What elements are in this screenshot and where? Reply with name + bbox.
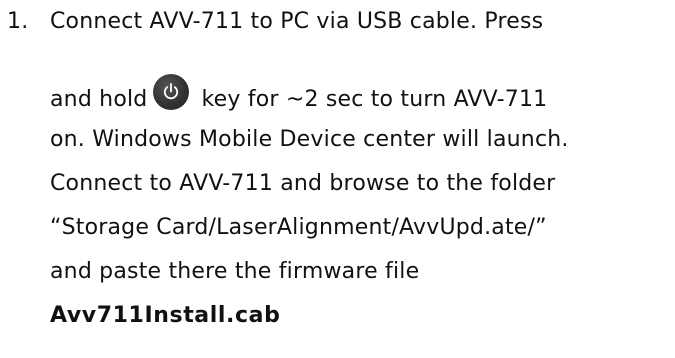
- power-key-icon: [153, 74, 190, 110]
- folder-path: “Storage Card/LaserAlignment/AvvUpd.ate/…: [50, 215, 547, 240]
- step-line-2-start: and hold: [50, 87, 148, 112]
- step-line-2: and hold key for ~2 sec to turn AVV-711: [50, 74, 547, 114]
- step-number: 1.: [7, 9, 29, 34]
- step-line-3: on. Windows Mobile Device center will la…: [50, 127, 569, 152]
- step-line-6: and paste there the firmware file: [50, 259, 420, 284]
- instruction-step: 1. Connect AVV-711 to PC via USB cable. …: [0, 0, 675, 358]
- firmware-filename: Avv711Install.cab: [50, 303, 281, 328]
- step-line-4: Connect to AVV-711 and browse to the fol…: [50, 171, 556, 196]
- step-line-2-end: key for ~2 sec to turn AVV-711: [201, 87, 548, 112]
- step-line-1: Connect AVV-711 to PC via USB cable. Pre…: [50, 9, 544, 34]
